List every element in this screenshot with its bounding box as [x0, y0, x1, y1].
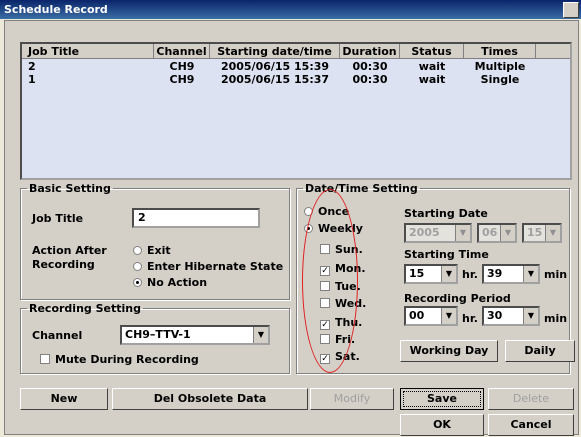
chevron-down-icon[interactable]: ▼	[441, 266, 456, 282]
chevron-down-icon: ▼	[500, 225, 515, 241]
ok-button[interactable]: OK	[400, 414, 484, 436]
radio-selected-icon	[133, 278, 142, 287]
schedule-list[interactable]: Job Title Channel Starting date/time Dur…	[20, 42, 572, 180]
cell-duration: 00:30	[352, 60, 388, 73]
radio-once[interactable]: Once	[304, 205, 349, 218]
recording-label: Recording	[32, 258, 95, 271]
window-title: Schedule Record	[4, 3, 108, 16]
chevron-down-icon[interactable]: ▼	[253, 327, 268, 343]
checkbox-icon	[320, 298, 330, 308]
checkbox-checked-icon: ✓	[320, 354, 330, 364]
recording-setting-legend: Recording Setting	[29, 302, 141, 315]
date-year-select: 2005 ▼	[404, 223, 472, 243]
checkbox-wed[interactable]: Wed.	[320, 297, 366, 310]
column-header-times[interactable]: Times	[464, 44, 536, 59]
cell-start: 2005/06/15 15:37	[220, 73, 330, 86]
period-hour-unit: hr.	[462, 312, 478, 325]
radio-no-action[interactable]: No Action	[133, 276, 207, 289]
action-after-label: Action After	[32, 244, 107, 257]
channel-select[interactable]: CH9–TTV-1 ▼	[120, 325, 270, 345]
time-minute-select[interactable]: 39 ▼	[482, 264, 540, 284]
column-header-job-title[interactable]: Job Title	[22, 44, 154, 59]
column-header-starting-datetime[interactable]: Starting date/time	[210, 44, 340, 59]
date-month-select: 06 ▼	[477, 223, 517, 243]
table-row[interactable]: 2 CH9 2005/06/15 15:39 00:30 wait Multip…	[22, 60, 570, 73]
starting-time-label: Starting Time	[404, 248, 489, 261]
working-day-button[interactable]: Working Day	[400, 340, 498, 362]
column-header-channel[interactable]: Channel	[154, 44, 210, 59]
cell-status: wait	[418, 60, 446, 73]
column-header-status[interactable]: Status	[400, 44, 464, 59]
modify-button: Modify	[310, 388, 394, 410]
date-day-select: 15 ▼	[522, 223, 562, 243]
chevron-down-icon[interactable]: ▼	[523, 266, 538, 282]
checkbox-sun[interactable]: Sun.	[320, 243, 363, 256]
minute-unit: min	[544, 268, 568, 281]
checkbox-icon	[320, 334, 330, 344]
checkbox-icon	[40, 354, 50, 364]
period-hour-select[interactable]: 00 ▼	[404, 306, 458, 326]
column-header-empty	[536, 44, 570, 59]
time-hour-select[interactable]: 15 ▼	[404, 264, 458, 284]
job-title-label: Job Title	[32, 212, 84, 225]
checkbox-checked-icon: ✓	[320, 320, 330, 330]
new-button[interactable]: New	[20, 388, 108, 410]
chevron-down-icon: ▼	[545, 225, 560, 241]
radio-icon	[304, 207, 313, 216]
save-button[interactable]: Save	[400, 388, 484, 410]
hour-unit: hr.	[462, 268, 478, 281]
title-bar: Schedule Record	[0, 0, 581, 19]
delete-button: Delete	[488, 388, 574, 410]
checkbox-fri[interactable]: Fri.	[320, 333, 355, 346]
checkbox-icon	[320, 281, 330, 291]
cell-start: 2005/06/15 15:39	[220, 60, 330, 73]
checkbox-checked-icon: ✓	[320, 266, 330, 276]
chevron-down-icon[interactable]: ▼	[441, 308, 456, 324]
cancel-button[interactable]: Cancel	[488, 414, 574, 436]
mute-checkbox[interactable]: Mute During Recording	[40, 353, 199, 366]
radio-exit[interactable]: Exit	[133, 244, 171, 257]
cell-times: Single	[480, 73, 520, 86]
cell-status: wait	[418, 73, 446, 86]
checkbox-mon[interactable]: ✓ Mon.	[320, 262, 366, 276]
radio-selected-icon	[304, 224, 313, 233]
starting-date-label: Starting Date	[404, 207, 488, 220]
cell-duration: 00:30	[352, 73, 388, 86]
radio-weekly[interactable]: Weekly	[304, 222, 363, 235]
radio-icon	[133, 262, 142, 271]
cell-channel: CH9	[169, 73, 195, 86]
column-header-duration[interactable]: Duration	[340, 44, 400, 59]
checkbox-tue[interactable]: Tue.	[320, 280, 361, 293]
close-icon[interactable]	[563, 2, 579, 18]
basic-setting-legend: Basic Setting	[29, 182, 111, 195]
cell-channel: CH9	[169, 60, 195, 73]
daily-button[interactable]: Daily	[505, 340, 575, 362]
chevron-down-icon[interactable]: ▼	[523, 308, 538, 324]
period-minute-select[interactable]: 30 ▼	[482, 306, 540, 326]
del-obsolete-data-button[interactable]: Del Obsolete Data	[112, 388, 308, 410]
cell-job: 1	[28, 73, 36, 86]
checkbox-icon	[320, 244, 330, 254]
radio-hibernate[interactable]: Enter Hibernate State	[133, 260, 283, 273]
channel-label: Channel	[32, 329, 83, 342]
checkbox-thu[interactable]: ✓ Thu.	[320, 316, 362, 330]
checkbox-sat[interactable]: ✓ Sat.	[320, 350, 360, 364]
table-row[interactable]: 1 CH9 2005/06/15 15:37 00:30 wait Single	[22, 73, 570, 86]
period-minute-unit: min	[544, 312, 568, 325]
radio-icon	[133, 246, 142, 255]
cell-times: Multiple	[474, 60, 526, 73]
recording-period-label: Recording Period	[404, 292, 511, 305]
cell-job: 2	[28, 60, 36, 73]
datetime-setting-legend: Date/Time Setting	[305, 182, 418, 195]
chevron-down-icon: ▼	[455, 225, 470, 241]
job-title-input[interactable]: 2	[132, 208, 260, 228]
